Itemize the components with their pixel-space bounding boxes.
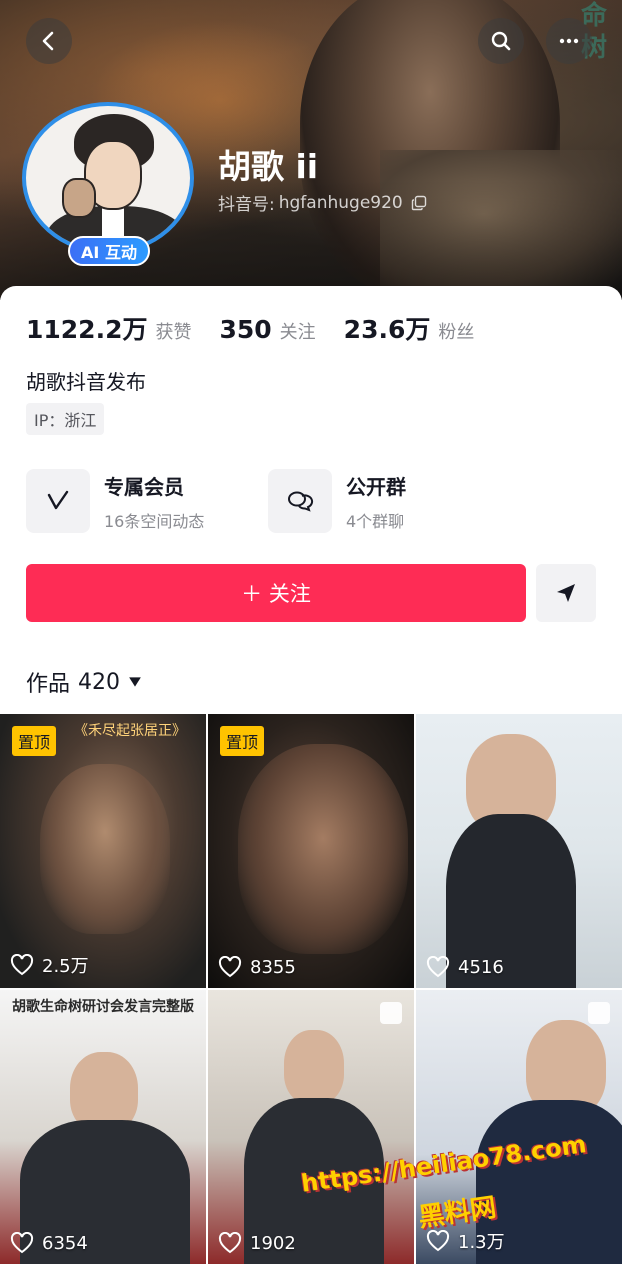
more-button[interactable] xyxy=(546,18,592,64)
video-tile[interactable]: 胡歌生命树研讨会发言完整版 6354 xyxy=(0,990,206,1264)
heart-icon xyxy=(426,1230,450,1252)
like-count: 4516 xyxy=(426,956,504,978)
stat-likes[interactable]: 1122.2万 获赞 xyxy=(26,310,191,346)
stat-label: 获赞 xyxy=(155,322,192,343)
send-arrow-icon xyxy=(557,584,575,602)
public-group-entry[interactable]: 公开群 4个群聊 xyxy=(268,468,406,534)
search-button[interactable] xyxy=(478,18,524,64)
stat-label: 粉丝 xyxy=(438,322,475,343)
video-thumbnail xyxy=(284,1030,344,1104)
stats-row: 1122.2万 获赞 350 关注 23.6万 粉丝 xyxy=(26,310,502,346)
heart-icon xyxy=(426,956,450,978)
stat-followers[interactable]: 23.6万 粉丝 xyxy=(344,310,475,346)
video-caption: 胡歌生命树研讨会发言完整版 xyxy=(12,999,194,1015)
like-count-value: 1902 xyxy=(250,1232,296,1254)
like-count-value: 4516 xyxy=(458,956,504,978)
video-tile[interactable]: 4516 xyxy=(416,714,622,988)
like-count-value: 2.5万 xyxy=(42,956,89,977)
like-count: 1.3万 xyxy=(426,1228,505,1254)
video-thumbnail xyxy=(40,764,170,934)
share-button[interactable] xyxy=(536,564,596,622)
heart-icon xyxy=(10,954,34,976)
gallery-icon xyxy=(588,1002,610,1024)
stat-value: 23.6万 xyxy=(343,315,431,344)
avatar-phone xyxy=(62,178,96,218)
handle-label: 抖音号: xyxy=(218,195,275,215)
profile-name: 胡歌 ii xyxy=(218,147,319,186)
more-dots-icon xyxy=(559,38,579,44)
profile-handle[interactable]: 抖音号: hgfanhuge920 xyxy=(218,190,427,215)
like-count-value: 6354 xyxy=(42,1232,88,1254)
v-member-icon xyxy=(26,469,90,533)
like-count: 2.5万 xyxy=(10,952,89,978)
chat-bubbles-icon xyxy=(268,469,332,533)
document-icon xyxy=(380,1002,402,1024)
like-count-value: 8355 xyxy=(250,956,296,978)
ip-location-tag: IP：浙江 xyxy=(26,403,105,435)
stat-label: 关注 xyxy=(279,322,316,343)
profile-card: 1122.2万 获赞 350 关注 23.6万 粉丝 胡歌抖音发布 IP：浙江 … xyxy=(0,286,622,1280)
like-count-value: 1.3万 xyxy=(458,1232,505,1253)
pinned-badge: 置顶 xyxy=(12,726,57,756)
stat-following[interactable]: 350 关注 xyxy=(219,315,315,344)
copy-icon[interactable] xyxy=(411,195,427,211)
heart-icon xyxy=(10,1232,34,1254)
works-label: 作品 xyxy=(26,672,71,697)
feature-title: 专属会员 xyxy=(104,474,184,499)
like-count: 1902 xyxy=(218,1232,296,1254)
video-tile[interactable]: 《禾尽起张居正》 置顶 2.5万 xyxy=(0,714,206,988)
video-tile[interactable]: 1902 xyxy=(208,990,414,1264)
caret-down-icon xyxy=(129,677,141,687)
heart-icon xyxy=(218,1232,242,1254)
like-count: 6354 xyxy=(10,1232,88,1254)
follow-button[interactable]: ＋ 关注 xyxy=(26,564,526,622)
like-count: 8355 xyxy=(218,956,296,978)
stat-value: 1122.2万 xyxy=(26,315,148,344)
pinned-badge: 置顶 xyxy=(220,726,265,756)
ai-interact-badge[interactable]: AI 互动 xyxy=(68,236,150,266)
search-icon xyxy=(491,31,511,51)
stat-value: 350 xyxy=(219,315,272,344)
feature-subtitle: 4个群聊 xyxy=(346,511,405,531)
avatar[interactable] xyxy=(22,102,194,254)
heart-icon xyxy=(218,956,242,978)
chevron-left-icon xyxy=(42,31,54,51)
profile-bio: 胡歌抖音发布 xyxy=(26,370,146,394)
handle-value: hgfanhuge920 xyxy=(278,192,403,213)
video-tile[interactable]: 置顶 8355 xyxy=(208,714,414,988)
feature-title: 公开群 xyxy=(346,474,406,499)
works-tab[interactable]: 作品 420 xyxy=(26,666,142,698)
back-button[interactable] xyxy=(26,18,72,64)
video-thumbnail xyxy=(238,744,408,954)
works-count: 420 xyxy=(78,669,121,695)
exclusive-member-entry[interactable]: 专属会员 16条空间动态 xyxy=(26,468,204,534)
feature-subtitle: 16条空间动态 xyxy=(104,511,205,531)
